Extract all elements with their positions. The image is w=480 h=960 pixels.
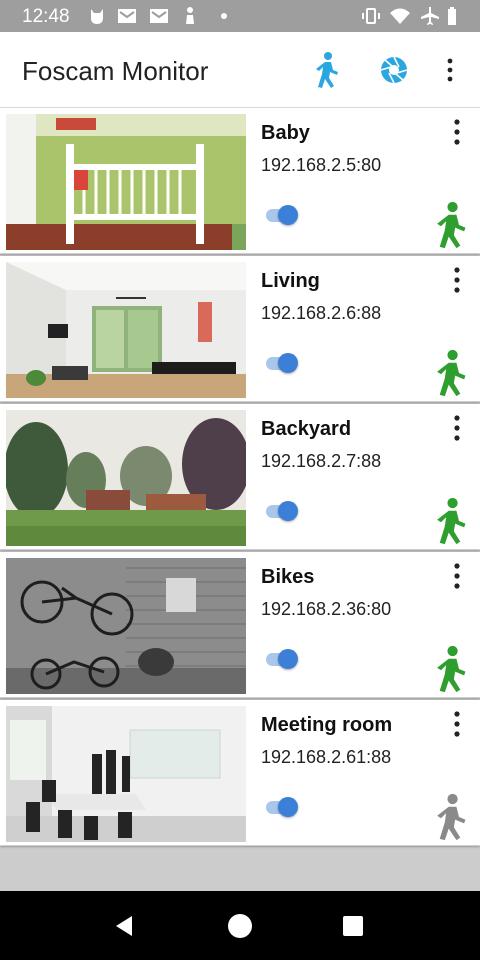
camera-card[interactable]: Backyard 192.168.2.7:88 xyxy=(0,404,480,550)
more-vert-icon xyxy=(447,58,453,82)
airplane-icon xyxy=(421,7,439,25)
motion-active-icon xyxy=(437,349,466,397)
shutter-button[interactable] xyxy=(374,50,414,90)
home-icon[interactable] xyxy=(225,911,255,941)
wifi-icon xyxy=(390,8,410,24)
camera-toggle[interactable] xyxy=(264,796,300,818)
bikes-wall-image xyxy=(6,558,246,694)
motion-active-icon xyxy=(437,645,466,693)
camera-ip: 192.168.2.5:80 xyxy=(261,155,382,175)
camera-toggle[interactable] xyxy=(264,500,300,522)
camera-name: Baby xyxy=(261,122,310,144)
more-vert-icon[interactable] xyxy=(445,118,469,146)
mail-icon xyxy=(118,9,136,23)
office-image xyxy=(6,706,246,842)
camera-ip: 192.168.2.6:88 xyxy=(261,303,382,323)
cat-notification-icon xyxy=(91,9,103,24)
camera-card[interactable]: Living 192.168.2.6:88 xyxy=(0,256,480,402)
mail-icon xyxy=(150,9,168,23)
app-bar: Foscam Monitor xyxy=(0,32,480,108)
camera-thumbnail[interactable] xyxy=(6,558,246,694)
camera-toggle[interactable] xyxy=(264,204,300,226)
app-title: Foscam Monitor xyxy=(22,56,209,86)
camera-ip: 192.168.2.36:80 xyxy=(261,599,392,619)
camera-toggle[interactable] xyxy=(264,352,300,374)
status-bar: 12:48 xyxy=(0,0,480,32)
camera-card[interactable]: Meeting room 192.168.2.61:88 xyxy=(0,700,480,846)
motion-walk-button[interactable] xyxy=(306,50,346,90)
motion-inactive-icon xyxy=(437,793,466,841)
camera-toggle[interactable] xyxy=(264,648,300,670)
camera-thumbnail[interactable] xyxy=(6,262,246,398)
camera-name: Bikes xyxy=(261,566,315,588)
motion-active-icon xyxy=(437,201,466,249)
more-vert-icon[interactable] xyxy=(445,562,469,590)
camera-ip: 192.168.2.61:88 xyxy=(261,747,392,767)
camera-thumbnail[interactable] xyxy=(6,410,246,546)
motion-active-icon xyxy=(437,497,466,545)
camera-thumbnail[interactable] xyxy=(6,114,246,250)
recents-icon[interactable] xyxy=(338,911,368,941)
status-time: 12:48 xyxy=(22,6,70,27)
more-vert-icon[interactable] xyxy=(445,710,469,738)
living-room-image xyxy=(6,262,246,398)
system-nav-bar xyxy=(0,891,480,960)
person-notification-icon xyxy=(186,7,194,24)
camera-shutter-icon xyxy=(380,56,408,84)
camera-thumbnail[interactable] xyxy=(6,706,246,842)
vibrate-icon xyxy=(362,8,380,24)
camera-card[interactable]: Baby 192.168.2.5:80 xyxy=(0,108,480,254)
backyard-image xyxy=(6,410,246,546)
more-vert-icon[interactable] xyxy=(445,414,469,442)
camera-name: Meeting room xyxy=(261,714,393,736)
more-vert-icon[interactable] xyxy=(445,266,469,294)
dot-icon xyxy=(221,13,227,19)
camera-card[interactable]: Bikes 192.168.2.36:80 xyxy=(0,552,480,698)
camera-ip: 192.168.2.7:88 xyxy=(261,451,382,471)
camera-name: Backyard xyxy=(261,418,352,440)
back-icon[interactable] xyxy=(110,911,140,941)
nursery-image xyxy=(6,114,246,250)
battery-icon xyxy=(448,7,456,25)
motion-walk-icon xyxy=(316,52,338,88)
camera-name: Living xyxy=(261,270,320,292)
overflow-menu-button[interactable] xyxy=(430,50,470,90)
